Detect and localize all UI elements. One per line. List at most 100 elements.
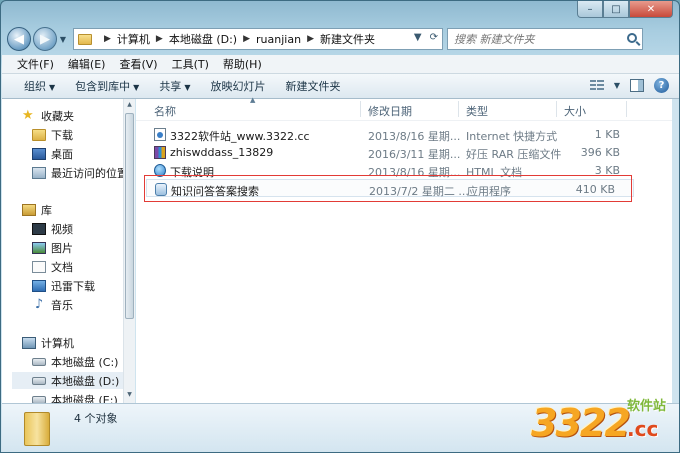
sidebar-item-label: 视频: [51, 222, 73, 236]
sidebar-item-drive-e[interactable]: 本地磁盘 (E:): [32, 391, 123, 403]
column-header: ▲ 名称 修改日期 类型 大小: [136, 96, 672, 121]
explorer-window: – □ ✕ ◀ ▶ ▼ ▶ 计算机 ▶ 本地磁盘 (D:) ▶ ruanjian…: [0, 0, 680, 453]
chevron-right-icon[interactable]: ▶: [156, 34, 163, 44]
help-icon[interactable]: ?: [654, 78, 669, 93]
sidebar-item-desktop[interactable]: 桌面: [32, 145, 123, 162]
menu-tools[interactable]: 工具(T): [165, 56, 216, 72]
sidebar-item-music[interactable]: ♪ 音乐: [32, 296, 123, 313]
file-type: 好压 RAR 压缩文件: [466, 148, 562, 161]
breadcrumb-drive-d[interactable]: 本地磁盘 (D:): [169, 31, 237, 47]
sidebar-item-drive-d[interactable]: 本地磁盘 (D:): [12, 372, 123, 389]
file-size: 1 KB: [594, 128, 620, 141]
sidebar-item-documents[interactable]: 文档: [32, 258, 123, 275]
new-folder-button[interactable]: 新建文件夹: [275, 78, 350, 94]
menu-file[interactable]: 文件(F): [10, 56, 61, 72]
maximize-button[interactable]: □: [603, 1, 629, 18]
scrollbar-thumb[interactable]: [125, 113, 134, 319]
preview-pane-icon[interactable]: [630, 79, 644, 92]
menu-help[interactable]: 帮助(H): [216, 56, 269, 72]
drive-icon: [32, 395, 46, 403]
sidebar-item-downloads[interactable]: 下载: [32, 126, 123, 143]
file-name: 3322软件站_www.3322.cc: [170, 130, 310, 143]
breadcrumb-ruanjian[interactable]: ruanjian: [256, 33, 301, 46]
sidebar-item-pictures[interactable]: 图片: [32, 239, 123, 256]
column-divider[interactable]: [626, 101, 627, 117]
sidebar-item-videos[interactable]: 视频: [32, 220, 123, 237]
sidebar-item-label: 本地磁盘 (C:): [51, 355, 119, 369]
file-list: ▲ 名称 修改日期 类型 大小 3322软件站_www.3322.cc 2013…: [136, 96, 672, 403]
computer-icon: [22, 336, 36, 349]
recent-pages-dropdown[interactable]: ▼: [57, 35, 69, 44]
chevron-right-icon[interactable]: ▶: [307, 34, 314, 44]
menu-edit[interactable]: 编辑(E): [61, 56, 113, 72]
sidebar-item-label: 迅雷下载: [51, 279, 95, 293]
column-divider[interactable]: [360, 101, 361, 117]
search-icon[interactable]: [627, 33, 637, 43]
site-watermark-logo: 3322 软件站 .cc: [531, 389, 679, 452]
minimize-button[interactable]: –: [577, 1, 603, 18]
column-name[interactable]: 名称: [154, 103, 176, 119]
watermark-number: 3322: [531, 401, 631, 445]
organize-button[interactable]: 组织 ▼: [14, 78, 65, 94]
address-dropdown-icon[interactable]: ▼: [414, 32, 422, 43]
close-button[interactable]: ✕: [629, 1, 673, 18]
sidebar-favorites[interactable]: ★ 收藏夹: [22, 107, 123, 124]
column-date[interactable]: 修改日期: [368, 103, 412, 119]
breadcrumb-new-folder[interactable]: 新建文件夹: [320, 31, 375, 47]
desktop-icon: [32, 147, 46, 160]
sidebar-computer[interactable]: 计算机: [22, 334, 123, 351]
url-icon: [154, 128, 166, 141]
sidebar-item-label: 本地磁盘 (E:): [51, 393, 118, 404]
slideshow-button[interactable]: 放映幻灯片: [200, 78, 275, 94]
file-row[interactable]: zhiswddass_13829 2016/3/11 星期... 好压 RAR …: [150, 143, 642, 161]
menu-bar: 文件(F) 编辑(E) 查看(V) 工具(T) 帮助(H): [2, 55, 679, 74]
xunlei-download-icon: [32, 279, 46, 292]
library-icon: [22, 203, 36, 216]
include-in-library-button[interactable]: 包含到库中 ▼: [65, 78, 149, 94]
column-divider[interactable]: [556, 101, 557, 117]
change-view-icon[interactable]: [589, 79, 604, 92]
search-box[interactable]: [447, 28, 643, 50]
folder-icon: [78, 33, 92, 45]
navigation-scrollbar[interactable]: ▲ ▼: [123, 99, 135, 403]
chevron-right-icon[interactable]: ▶: [104, 34, 111, 44]
rar-icon: [154, 146, 166, 159]
column-divider[interactable]: [458, 101, 459, 117]
documents-icon: [32, 260, 46, 273]
sidebar-item-label: 图片: [51, 241, 73, 255]
sidebar-item-recent[interactable]: 最近访问的位置: [32, 164, 123, 181]
sidebar-computer-label: 计算机: [41, 336, 74, 350]
forward-button[interactable]: ▶: [33, 27, 57, 51]
back-button[interactable]: ◀: [7, 27, 31, 51]
folder-icon: [24, 412, 50, 446]
chevron-down-icon: ▼: [133, 83, 140, 92]
column-size[interactable]: 大小: [564, 103, 586, 119]
sidebar-item-label: 最近访问的位置: [51, 166, 123, 180]
chevron-down-icon: ▼: [184, 83, 191, 92]
command-bar: 组织 ▼ 包含到库中 ▼ 共享 ▼ 放映幻灯片 新建文件夹 ▼ ?: [2, 74, 679, 99]
watermark-text-bottom: .cc: [627, 417, 659, 441]
sidebar-libraries[interactable]: 库: [22, 201, 123, 218]
chevron-down-icon[interactable]: ▼: [614, 81, 620, 90]
sidebar-item-xunlei[interactable]: 迅雷下载: [32, 277, 123, 294]
refresh-icon[interactable]: ⟳: [430, 32, 438, 43]
chevron-right-icon[interactable]: ▶: [243, 34, 250, 44]
breadcrumb-computer[interactable]: 计算机: [117, 31, 150, 47]
navigation-pane: ★ 收藏夹 下载 桌面 最近访问的位置 库 视频 图片 文档 迅雷下载 ♪ 音乐: [2, 99, 123, 403]
address-bar[interactable]: ▶ 计算机 ▶ 本地磁盘 (D:) ▶ ruanjian ▶ 新建文件夹 ▼ ⟳: [73, 28, 443, 50]
watermark-text-top: 软件站: [627, 399, 667, 414]
navigation-row: ◀ ▶ ▼ ▶ 计算机 ▶ 本地磁盘 (D:) ▶ ruanjian ▶ 新建文…: [7, 25, 675, 53]
menu-view[interactable]: 查看(V): [112, 56, 164, 72]
share-button[interactable]: 共享 ▼: [149, 78, 200, 94]
downloads-folder-icon: [32, 128, 46, 141]
column-type[interactable]: 类型: [466, 103, 488, 119]
file-row[interactable]: 3322软件站_www.3322.cc 2013/8/16 星期... Inte…: [150, 125, 642, 143]
sidebar-item-drive-c[interactable]: 本地磁盘 (C:): [32, 353, 123, 370]
search-input[interactable]: [454, 32, 614, 46]
file-date: 2013/8/16 星期...: [368, 130, 461, 143]
scroll-up-icon[interactable]: ▲: [125, 101, 134, 111]
scroll-down-icon[interactable]: ▼: [125, 391, 134, 401]
file-type: Internet 快捷方式: [466, 130, 558, 143]
sidebar-item-label: 音乐: [51, 298, 73, 312]
caption-buttons: – □ ✕: [577, 1, 673, 18]
